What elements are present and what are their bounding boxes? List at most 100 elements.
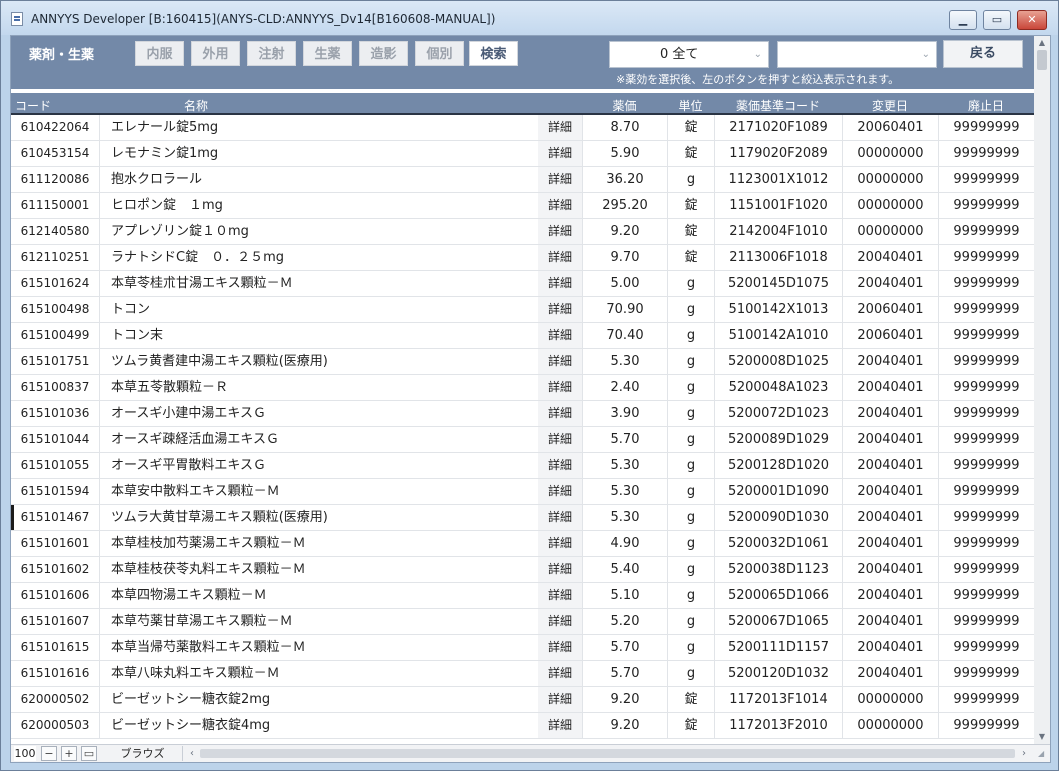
table-row[interactable]: 612110251 ラナトシドC錠 ０．２５mg 9.70 錠 2113006F1018…	[11, 245, 1034, 271]
detail-button[interactable]: 詳細	[538, 713, 582, 738]
cell-code: 615101607	[20, 614, 90, 628]
header-unit[interactable]: 単位	[667, 97, 714, 114]
table-row[interactable]: 620000502 ビーゼットシー糖衣錠2mg 9.20 錠 1172013F1014 0…	[11, 687, 1034, 713]
table-row[interactable]: 615100499 トコン末 70.40 g 5100142A1010 20060401 9…	[11, 323, 1034, 349]
table-row[interactable]: 615100498 トコン 70.90 g 5100142X1013 20060401 99…	[11, 297, 1034, 323]
detail-button[interactable]: 詳細	[538, 271, 582, 296]
scroll-left-icon[interactable]: ‹	[186, 747, 198, 760]
detail-button[interactable]: 詳細	[538, 635, 582, 660]
maximize-button[interactable]: ▭	[983, 10, 1011, 30]
detail-button[interactable]: 詳細	[538, 531, 582, 556]
header-changed[interactable]: 変更日	[842, 97, 938, 114]
detail-button[interactable]: 詳細	[538, 609, 582, 634]
toggle-toolbar-button[interactable]: ▭	[81, 746, 97, 761]
close-button[interactable]: ✕	[1017, 10, 1047, 30]
cell-price: 5.30	[582, 479, 667, 504]
scroll-up-icon[interactable]: ▲	[1034, 36, 1050, 50]
tab-contrast[interactable]: 造影	[359, 41, 408, 66]
detail-button[interactable]: 詳細	[538, 687, 582, 712]
table-row[interactable]: 615101624 本草苓桂朮甘湯エキス顆粒－Ｍ 5.00 g 5200145D1075…	[11, 271, 1034, 297]
tab-external[interactable]: 外用	[191, 41, 240, 66]
detail-button[interactable]: 詳細	[538, 661, 582, 686]
zoom-in-button[interactable]: +	[61, 746, 77, 761]
back-button[interactable]: 戻る	[943, 40, 1023, 68]
minimize-button[interactable]: ▁	[949, 10, 977, 30]
cell-std-code: 5100142X1013	[714, 297, 842, 322]
table-row[interactable]: 615101607 本草芍薬甘草湯エキス顆粒－Ｍ 5.20 g 5200067D1065…	[11, 609, 1034, 635]
table-row[interactable]: 615101751 ツムラ黄耆建中湯エキス顆粒(医療用) 5.30 g 5200008D…	[11, 349, 1034, 375]
cell-name: エレナール錠5mg	[111, 120, 219, 135]
table-row[interactable]: 615101467 ツムラ大黄甘草湯エキス顆粒(医療用) 5.30 g 5200090D…	[11, 505, 1034, 531]
header-abolished[interactable]: 廃止日	[938, 97, 1034, 114]
cell-code: 615101036	[20, 406, 90, 420]
zoom-out-button[interactable]: −	[41, 746, 57, 761]
detail-button[interactable]: 詳細	[538, 297, 582, 322]
tab-oral[interactable]: 内服	[135, 41, 184, 66]
table-row[interactable]: 615101616 本草八味丸料エキス顆粒－Ｍ 5.70 g 5200120D1032 2…	[11, 661, 1034, 687]
cell-unit: 錠	[667, 141, 714, 166]
detail-button[interactable]: 詳細	[538, 219, 582, 244]
table-row[interactable]: 611120086 抱水クロラール 36.20 g 1123001X1012 000000…	[11, 167, 1034, 193]
detail-button[interactable]: 詳細	[538, 505, 582, 530]
detail-button[interactable]: 詳細	[538, 141, 582, 166]
table-row[interactable]: 612140580 アプレゾリン錠１０mg 9.20 錠 2142004F1010 000…	[11, 219, 1034, 245]
detail-button[interactable]: 詳細	[538, 401, 582, 426]
detail-button[interactable]: 詳細	[538, 583, 582, 608]
scroll-right-icon[interactable]: ›	[1018, 747, 1030, 760]
table-row[interactable]: 615101594 本草安中散料エキス顆粒－Ｍ 5.30 g 5200001D1090 2…	[11, 479, 1034, 505]
tab-injection[interactable]: 注射	[247, 41, 296, 66]
cell-abolished: 99999999	[938, 531, 1034, 556]
efficacy-filter-select[interactable]: 0 全て ⌄	[609, 41, 769, 68]
cell-code: 612140580	[20, 224, 90, 238]
tab-individual[interactable]: 個別	[415, 41, 464, 66]
detail-button[interactable]: 詳細	[538, 479, 582, 504]
cell-price: 5.90	[582, 141, 667, 166]
detail-button[interactable]: 詳細	[538, 193, 582, 218]
table-row[interactable]: 610453154 レモナミン錠1mg 5.90 錠 1179020F2089 00000…	[11, 141, 1034, 167]
mode-indicator[interactable]: ブラウズ	[103, 746, 183, 761]
header-price[interactable]: 薬価	[582, 97, 667, 114]
scroll-thumb[interactable]	[1037, 50, 1047, 70]
table-row[interactable]: 615101036 オースギ小建中湯エキスＧ 3.90 g 5200072D1023 20…	[11, 401, 1034, 427]
detail-button[interactable]: 詳細	[538, 427, 582, 452]
table-row[interactable]: 615101055 オースギ平胃散料エキスＧ 5.30 g 5200128D1020 20…	[11, 453, 1034, 479]
detail-button[interactable]: 詳細	[538, 349, 582, 374]
cell-code: 620000502	[20, 692, 90, 706]
cell-std-code: 5200048A1023	[714, 375, 842, 400]
cell-changed: 20040401	[842, 635, 938, 660]
detail-button[interactable]: 詳細	[538, 453, 582, 478]
table-row[interactable]: 615101044 オースギ疎経活血湯エキスＧ 5.70 g 5200089D1029 2…	[11, 427, 1034, 453]
cell-std-code: 5200111D1157	[714, 635, 842, 660]
tab-search[interactable]: 検索	[469, 41, 518, 66]
table-row[interactable]: 610422064 エレナール錠5mg 8.70 錠 2171020F1089 20060…	[11, 115, 1034, 141]
table-row[interactable]: 615101602 本草桂枝茯苓丸料エキス顆粒－Ｍ 5.40 g 5200038D112…	[11, 557, 1034, 583]
cell-name: ビーゼットシー糖衣錠2mg	[111, 692, 271, 707]
cell-std-code: 5200090D1030	[714, 505, 842, 530]
table-row[interactable]: 615101606 本草四物湯エキス顆粒－Ｍ 5.10 g 5200065D1066 20…	[11, 583, 1034, 609]
secondary-filter-select[interactable]: ⌄	[777, 41, 937, 68]
table-row[interactable]: 611150001 ヒロポン錠 １mg 295.20 錠 1151001F1020 000…	[11, 193, 1034, 219]
scroll-track[interactable]	[200, 749, 1015, 758]
resize-grip-icon[interactable]: ◢	[1038, 749, 1048, 759]
detail-button[interactable]: 詳細	[538, 323, 582, 348]
column-divider	[99, 115, 100, 140]
header-name[interactable]: 名称	[111, 97, 281, 114]
cell-price: 9.20	[582, 219, 667, 244]
horizontal-scrollbar[interactable]: ‹ ›	[186, 747, 1032, 760]
header-code[interactable]: コード	[11, 97, 55, 114]
scroll-down-icon[interactable]: ▼	[1034, 730, 1050, 744]
detail-button[interactable]: 詳細	[538, 557, 582, 582]
cell-std-code: 2113006F1018	[714, 245, 842, 270]
header-std-code[interactable]: 薬価基準コード	[714, 97, 842, 114]
table-row[interactable]: 620000503 ビーゼットシー糖衣錠4mg 9.20 錠 1172013F2010 0…	[11, 713, 1034, 739]
table-row[interactable]: 615100837 本草五苓散顆粒－Ｒ 2.40 g 5200048A1023 20040…	[11, 375, 1034, 401]
detail-button[interactable]: 詳細	[538, 167, 582, 192]
tab-crude-drug[interactable]: 生薬	[303, 41, 352, 66]
vertical-scrollbar[interactable]: ▲ ▼	[1034, 36, 1050, 746]
cell-changed: 20040401	[842, 427, 938, 452]
table-row[interactable]: 615101615 本草当帰芍薬散料エキス顆粒－Ｍ 5.70 g 5200111D115…	[11, 635, 1034, 661]
detail-button[interactable]: 詳細	[538, 115, 582, 140]
detail-button[interactable]: 詳細	[538, 245, 582, 270]
detail-button[interactable]: 詳細	[538, 375, 582, 400]
table-row[interactable]: 615101601 本草桂枝加芍薬湯エキス顆粒－Ｍ 4.90 g 5200032D106…	[11, 531, 1034, 557]
